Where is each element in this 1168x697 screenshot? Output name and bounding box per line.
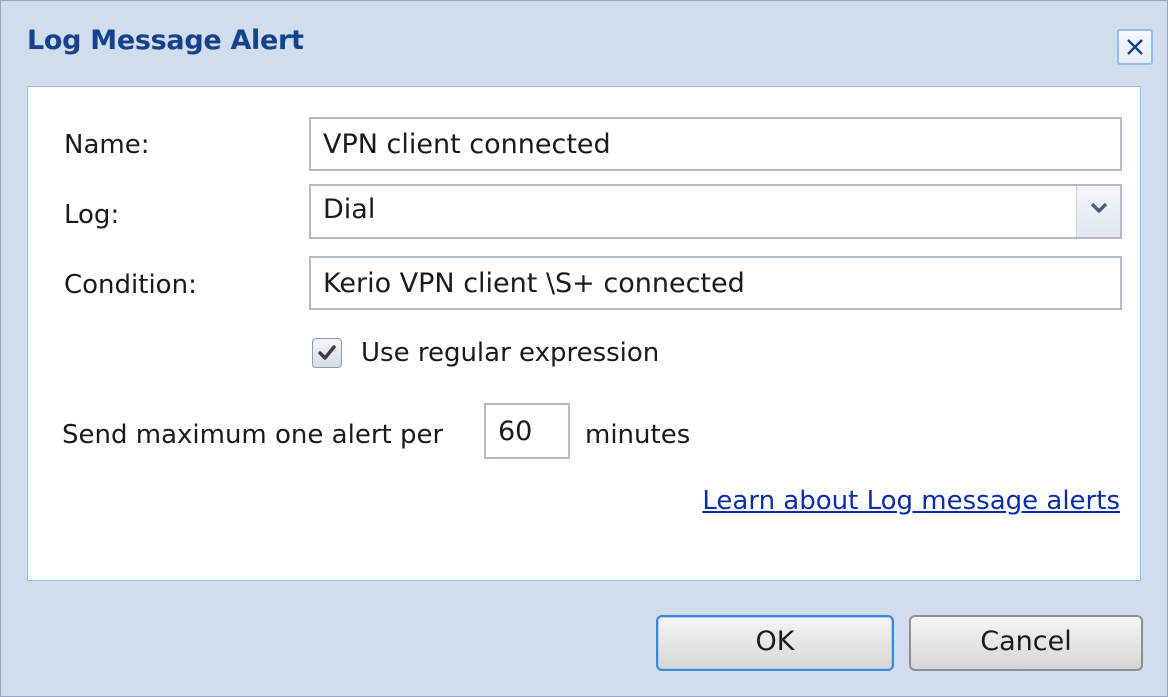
condition-label: Condition: xyxy=(64,270,197,300)
alert-interval-input[interactable] xyxy=(484,403,570,459)
log-label: Log: xyxy=(64,200,120,230)
close-button[interactable] xyxy=(1117,29,1153,65)
send-max-label: Send maximum one alert per xyxy=(62,420,444,450)
log-message-alert-dialog: Log Message Alert Name: Log: Dial Condit… xyxy=(0,0,1168,697)
dialog-title: Log Message Alert xyxy=(27,25,304,56)
condition-input[interactable] xyxy=(309,256,1122,310)
name-label: Name: xyxy=(64,130,150,160)
log-select-trigger[interactable] xyxy=(1076,186,1120,237)
log-select-value: Dial xyxy=(323,194,376,225)
ok-button[interactable]: OK xyxy=(656,615,894,671)
checkmark-icon xyxy=(318,345,336,360)
name-input[interactable] xyxy=(309,117,1122,171)
close-icon xyxy=(1127,39,1143,55)
minutes-label: minutes xyxy=(585,420,691,450)
chevron-down-icon xyxy=(1090,202,1108,213)
regex-label: Use regular expression xyxy=(361,338,660,368)
cancel-button[interactable]: Cancel xyxy=(909,615,1143,671)
form-panel: Name: Log: Dial Condition: Use regular e… xyxy=(27,86,1141,581)
log-select[interactable]: Dial xyxy=(309,184,1122,239)
regex-checkbox[interactable] xyxy=(312,338,342,368)
learn-alerts-link[interactable]: Learn about Log message alerts xyxy=(702,486,1120,516)
